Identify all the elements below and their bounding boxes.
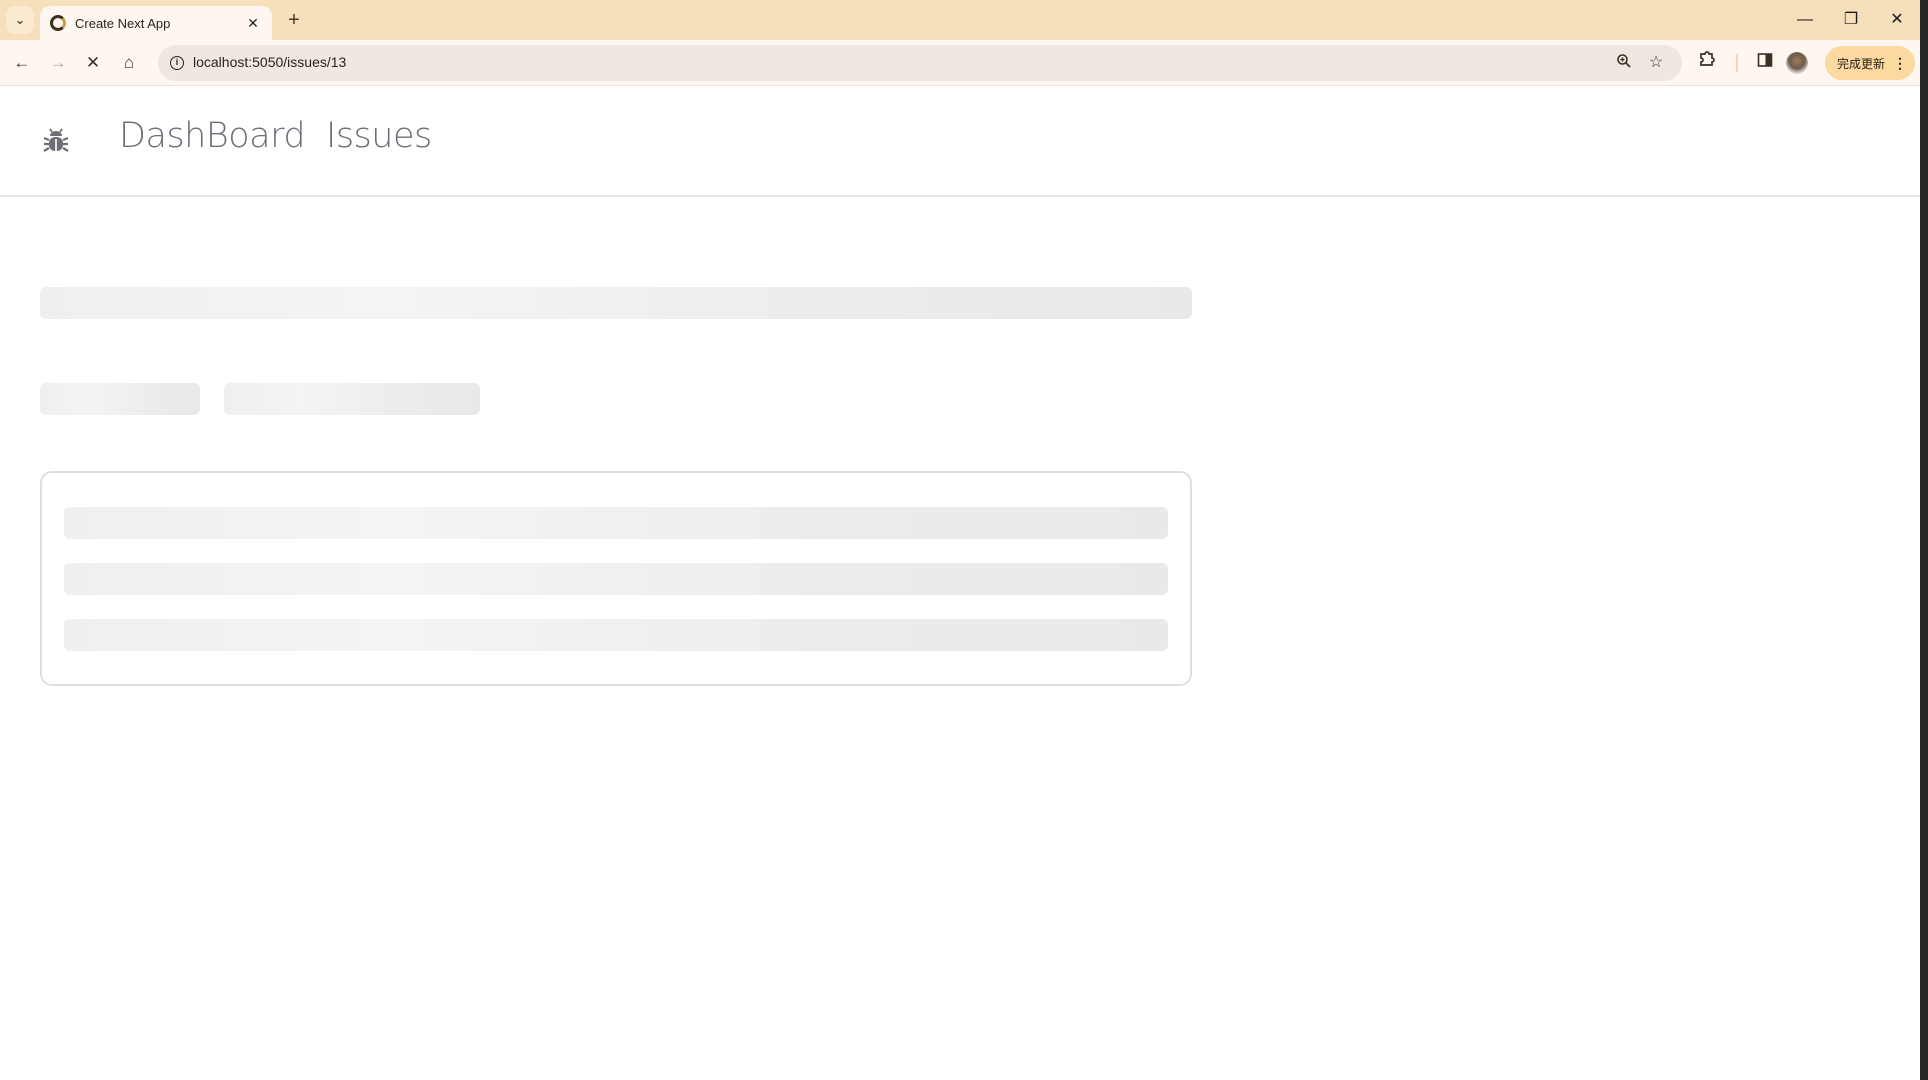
chevron-down-icon: ⌄ — [14, 12, 26, 27]
skeleton-issue-title — [40, 287, 1192, 319]
update-label: 完成更新 — [1837, 56, 1886, 71]
nextjs-favicon-icon — [50, 15, 66, 31]
bug-icon[interactable] — [42, 127, 70, 155]
skeleton-line — [64, 507, 1168, 539]
profile-avatar[interactable] — [1786, 52, 1808, 74]
browser-toolbar: ← → ✕ ⌂ i localhost:5050/issues/13 ☆ 完成更… — [0, 40, 1920, 86]
skeleton-date — [224, 383, 480, 415]
close-icon[interactable]: ✕ — [244, 15, 262, 32]
navbar: DashBoard Issues — [0, 87, 1920, 197]
toolbar-separator — [1736, 54, 1738, 72]
extensions-icon[interactable] — [1693, 49, 1721, 77]
close-window-button[interactable]: ✕ — [1874, 6, 1920, 34]
site-info-icon[interactable]: i — [166, 52, 188, 74]
adjacent-window-edge — [1920, 0, 1928, 1080]
restore-button[interactable]: ❐ — [1828, 6, 1874, 34]
menu-icon[interactable]: ⋮ — [1893, 55, 1907, 72]
nav-link-dashboard[interactable]: DashBoard — [119, 116, 306, 156]
nav-link-issues[interactable]: Issues — [326, 116, 432, 156]
skeleton-description-card — [40, 471, 1192, 686]
tab-search-button[interactable]: ⌄ — [6, 6, 34, 34]
sidepanel-icon[interactable] — [1751, 49, 1779, 77]
stop-loading-button[interactable]: ✕ — [79, 49, 107, 77]
tab-bar: ⌄ Create Next App ✕ + — ❐ ✕ — [0, 0, 1920, 40]
browser-window: ⌄ Create Next App ✕ + — ❐ ✕ ← → ✕ ⌂ i lo… — [0, 0, 1920, 1080]
skeleton-status-badge — [40, 383, 200, 415]
tab-title: Create Next App — [75, 15, 171, 31]
skeleton-line — [64, 563, 1168, 595]
bookmark-star-icon[interactable]: ☆ — [1646, 53, 1666, 73]
address-bar[interactable]: i localhost:5050/issues/13 ☆ — [158, 45, 1682, 81]
forward-button[interactable]: → — [44, 49, 72, 77]
new-tab-button[interactable]: + — [282, 8, 306, 32]
skeleton-line — [64, 619, 1168, 651]
page-content: DashBoard Issues — [0, 87, 1920, 1080]
browser-tab[interactable]: Create Next App ✕ — [40, 6, 272, 40]
back-button[interactable]: ← — [8, 49, 36, 77]
zoom-icon[interactable] — [1614, 53, 1634, 73]
home-button[interactable]: ⌂ — [115, 49, 143, 77]
minimize-button[interactable]: — — [1782, 6, 1828, 34]
url-text[interactable]: localhost:5050/issues/13 — [193, 54, 346, 70]
update-button[interactable]: 完成更新 ⋮ — [1825, 46, 1915, 80]
